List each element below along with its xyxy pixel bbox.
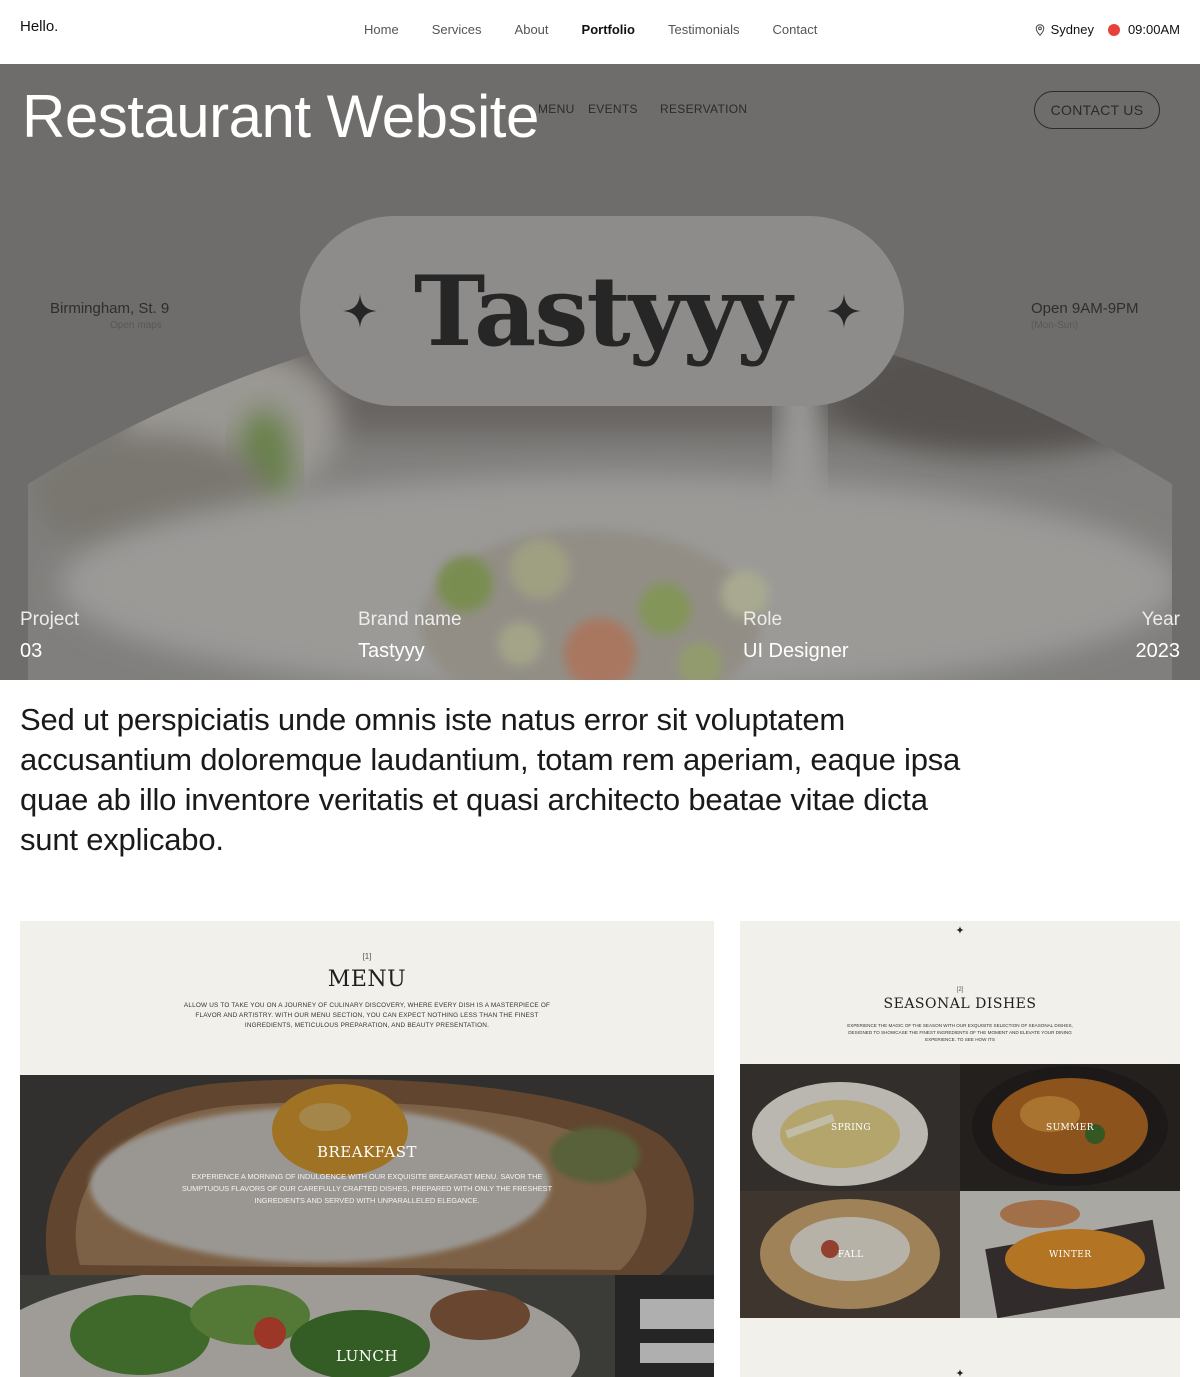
breakfast-photo: BREAKFAST EXPERIENCE A MORNING OF INDULG… [20, 1075, 714, 1275]
mock-hours-sub: (Mon-Sun) [1031, 320, 1079, 331]
menu-heading: MENU [327, 967, 407, 992]
project-hero[interactable]: MENU EVENTS RESERVATION CONTACT US Resta… [0, 64, 1200, 680]
section-number: [1] [362, 952, 372, 961]
nav-portfolio[interactable]: Portfolio [582, 22, 635, 37]
tile-spring: SPRING [831, 1123, 872, 1133]
current-time: 09:00AM [1127, 22, 1180, 37]
sparkle-icon [342, 294, 377, 328]
meta-role-value: UI Designer [743, 640, 849, 662]
mock-nav-menu: MENU [538, 102, 575, 116]
meta-year-label: Year [1141, 609, 1180, 630]
sparkle-icon [956, 1369, 964, 1377]
brand-logo-pill: Tastyyy [300, 216, 904, 406]
nav-contact[interactable]: Contact [773, 22, 818, 37]
menu-page-preview[interactable]: [1] MENU ALLOW US TO TAKE YOU ON A JOURN… [20, 921, 714, 1377]
mock-address-sub: Open maps [110, 320, 162, 331]
tile-winter: WINTER [1049, 1250, 1092, 1260]
tile-fall: FALL [838, 1250, 864, 1260]
meta-project-label: Project [20, 609, 80, 630]
nav-about[interactable]: About [515, 22, 549, 37]
nav-home[interactable]: Home [364, 22, 399, 37]
meta-role-label: Role [743, 609, 783, 630]
mock-address: Birmingham, St. 9 [50, 300, 170, 317]
seasonal-description: EXPERIENCE THE MAGIC OF THE SEASON WITH … [847, 1023, 1073, 1042]
tile-summer: SUMMER [1046, 1123, 1094, 1133]
meta-year-value: 2023 [1135, 640, 1181, 662]
mock-contact-button: CONTACT US [1034, 91, 1160, 129]
nav-testimonials[interactable]: Testimonials [668, 22, 740, 37]
sparkle-icon [827, 294, 862, 328]
lunch-title: LUNCH [336, 1347, 398, 1365]
main-nav: Home Services About Portfolio Testimonia… [364, 22, 850, 37]
breakfast-title: BREAKFAST [316, 1143, 418, 1161]
meta-project-value: 03 [20, 640, 43, 662]
location-time: Sydney 09:00AM [1035, 22, 1180, 37]
seasonal-photo-grid [740, 1064, 1180, 1318]
lunch-photo: LUNCH [20, 1275, 714, 1377]
mock-hours: Open 9AM-9PM [1031, 300, 1139, 317]
section-number: [2] [956, 987, 964, 993]
nav-services[interactable]: Services [432, 22, 482, 37]
top-navbar: Hello. Home Services About Portfolio Tes… [0, 0, 1200, 64]
live-status-dot [1107, 23, 1120, 36]
project-intro: Sed ut perspiciatis unde omnis iste natu… [20, 702, 961, 857]
meta-brand-label: Brand name [358, 609, 462, 630]
meta-brand-value: Tastyyy [358, 640, 425, 662]
project-title: Restaurant Website [22, 83, 539, 150]
site-brand[interactable]: Hello. [20, 18, 58, 35]
brand-logo-text: Tastyyy [413, 254, 792, 368]
map-pin-icon [1035, 23, 1044, 36]
menu-description: ALLOW US TO TAKE YOU ON A JOURNEY OF CUL… [183, 1002, 551, 1029]
seasonal-page-preview[interactable]: [2] SEASONAL DISHES EXPERIENCE THE MAGIC… [740, 921, 1180, 1377]
breakfast-description: EXPERIENCE A MORNING OF INDULGENCE WITH … [181, 1172, 553, 1205]
seasonal-heading: SEASONAL DISHES [883, 996, 1037, 1012]
sparkle-icon [956, 926, 964, 934]
location-label: Sydney [1050, 22, 1094, 37]
mock-nav-events: EVENTS [588, 102, 638, 116]
mock-nav-reservation: RESERVATION [660, 102, 748, 116]
